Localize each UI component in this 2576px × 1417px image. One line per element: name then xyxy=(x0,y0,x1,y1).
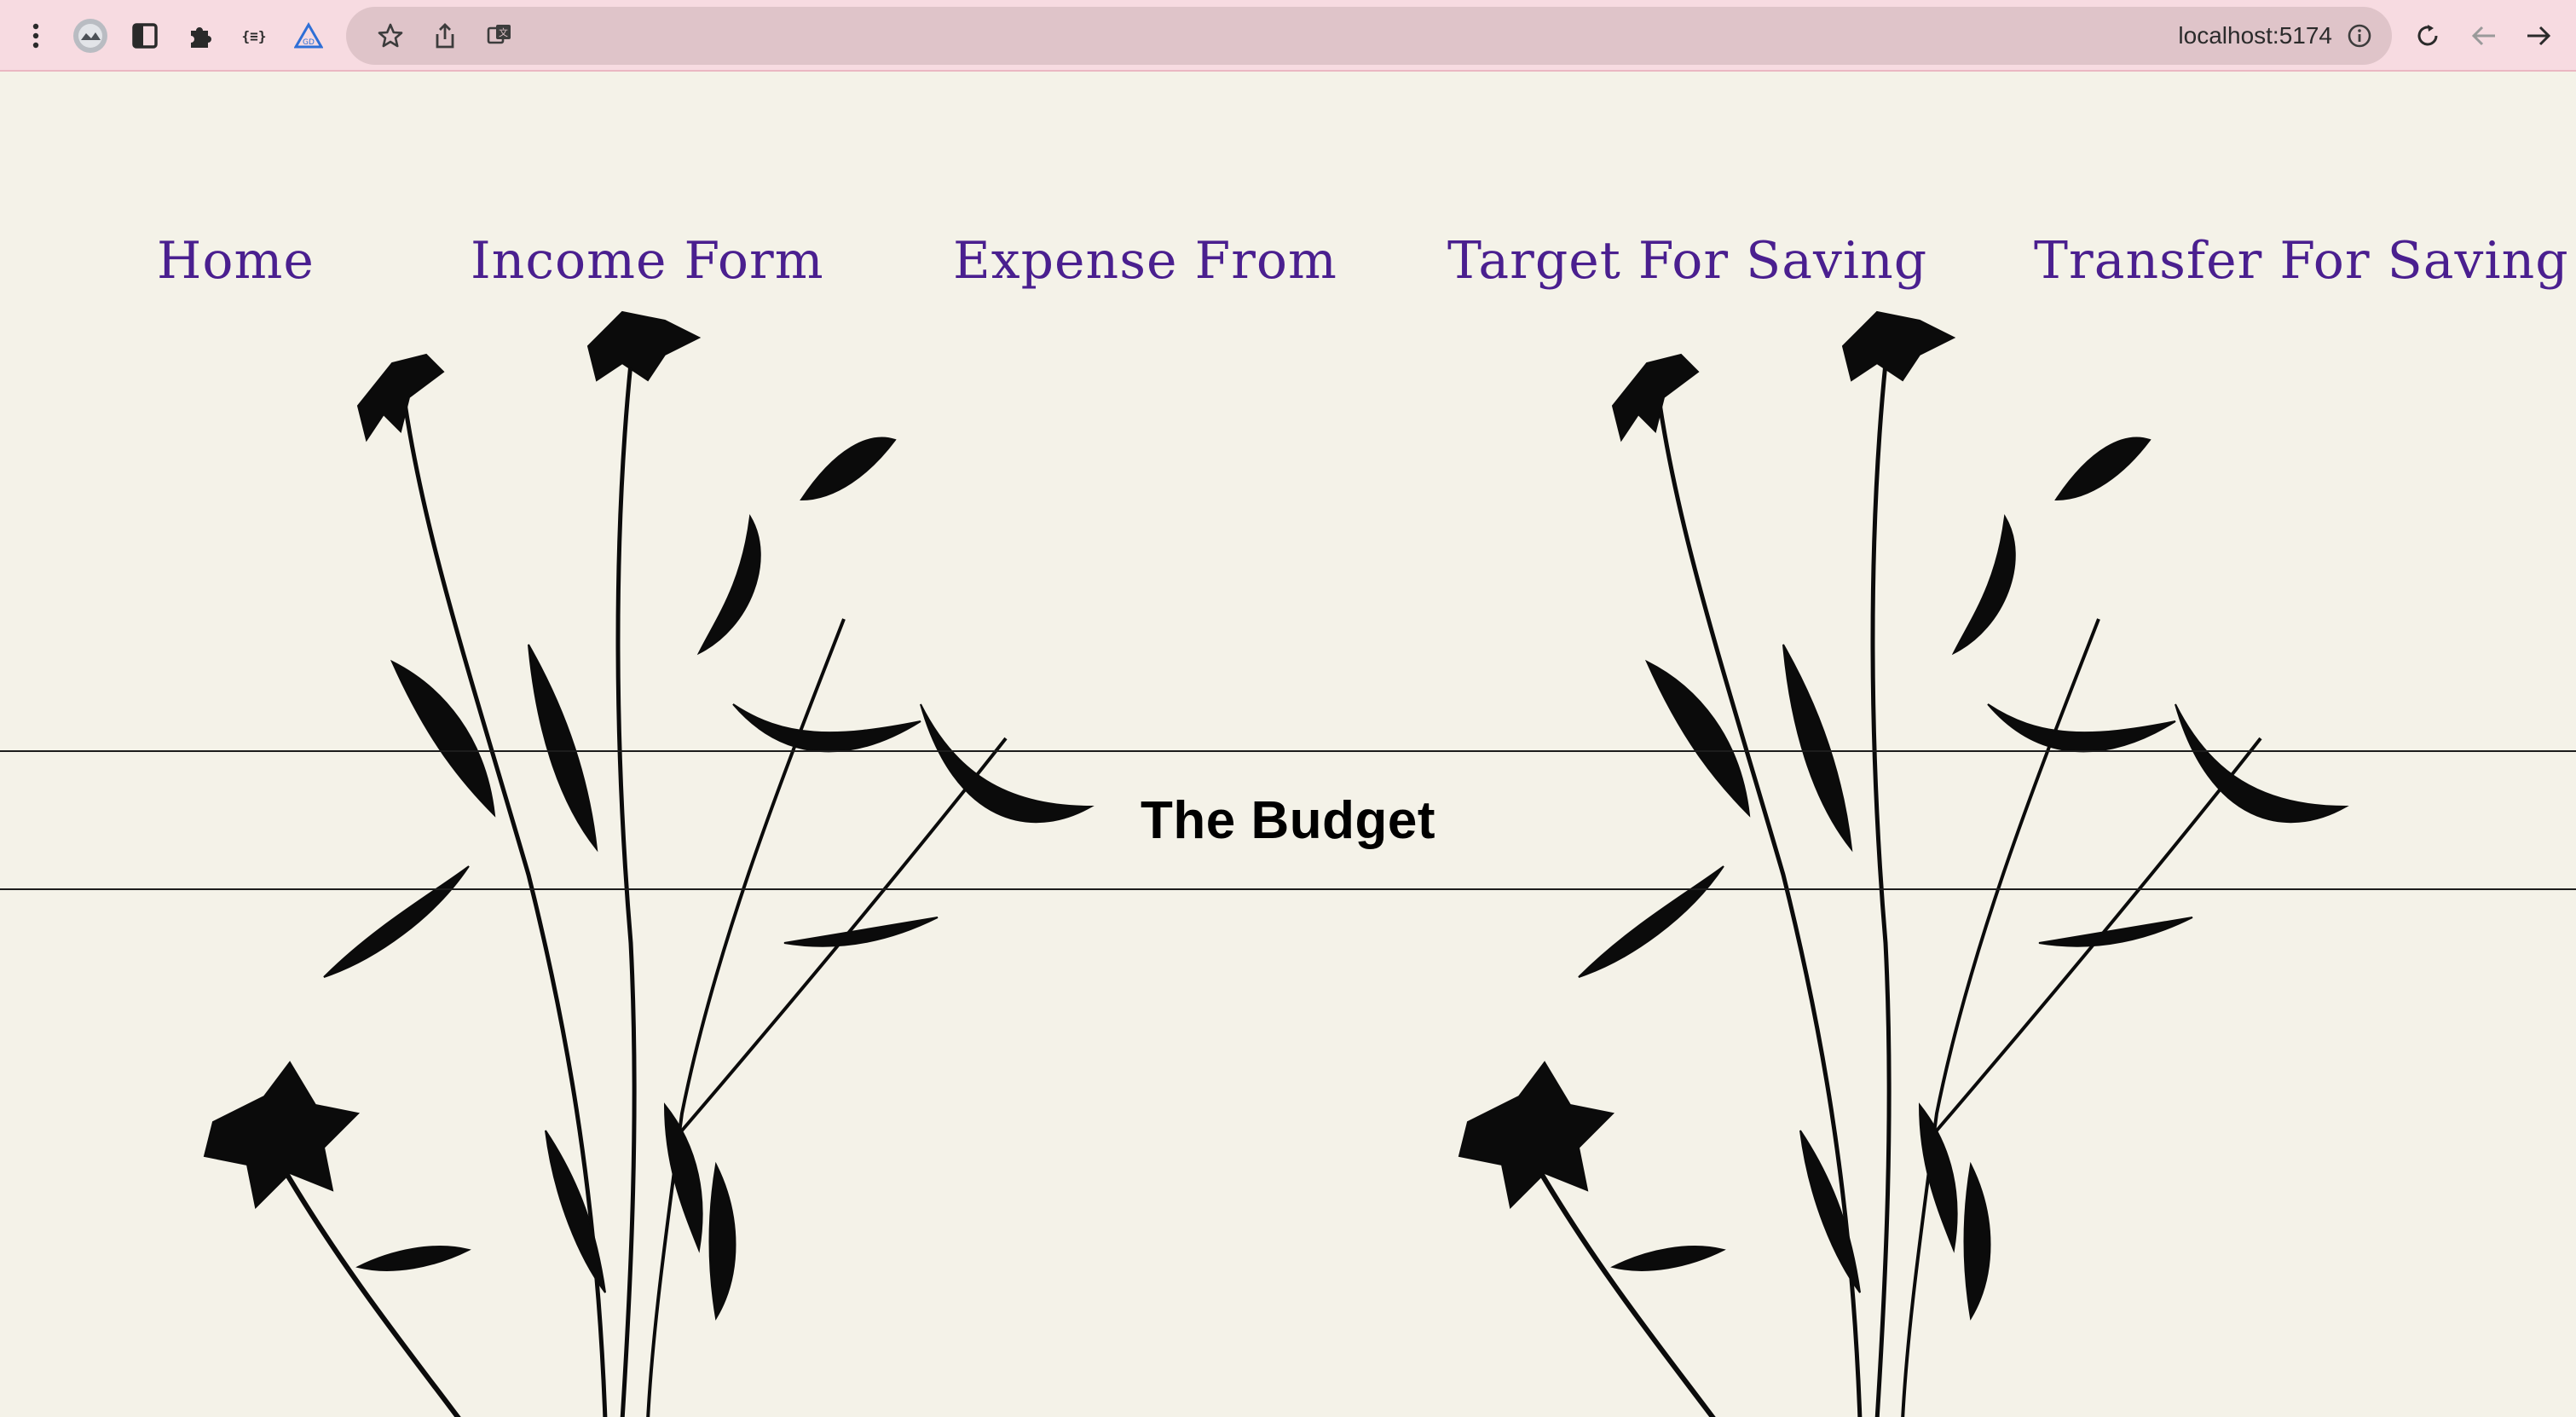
svg-text:GD: GD xyxy=(303,38,315,47)
bookmark-star-icon[interactable] xyxy=(372,17,409,55)
forward-icon[interactable] xyxy=(2520,17,2557,55)
json-extension-icon[interactable]: {≡} xyxy=(235,17,273,55)
translate-icon[interactable]: 文 xyxy=(481,17,518,55)
share-icon[interactable] xyxy=(426,17,464,55)
address-bar[interactable]: 文 localhost:5174 xyxy=(346,7,2392,65)
nav-link-income-form[interactable]: Income Form xyxy=(471,227,824,295)
page-title: The Budget xyxy=(1141,790,1435,850)
extensions-icon[interactable] xyxy=(181,17,218,55)
nav-link-home[interactable]: Home xyxy=(157,227,315,295)
page-content: Home Income Form Expense From Target For… xyxy=(0,73,2576,1417)
main-nav: Home Income Form Expense From Target For… xyxy=(0,227,2576,295)
triangle-extension-icon[interactable]: GD xyxy=(290,17,327,55)
nav-link-target-for-saving[interactable]: Target For Saving xyxy=(1447,227,1927,295)
nav-link-expense-form[interactable]: Expense From xyxy=(953,227,1337,295)
svg-text:{≡}: {≡} xyxy=(242,28,267,44)
profile-avatar[interactable] xyxy=(72,17,109,55)
back-icon[interactable] xyxy=(2465,17,2503,55)
browser-toolbar: {≡} GD 文 localhost:5174 xyxy=(0,0,2576,72)
sidebar-icon[interactable] xyxy=(126,17,164,55)
budget-banner: The Budget xyxy=(0,750,2576,890)
reload-icon[interactable] xyxy=(2409,17,2446,55)
menu-dots-icon[interactable] xyxy=(17,17,55,55)
site-info-icon[interactable] xyxy=(2341,17,2378,55)
svg-text:文: 文 xyxy=(499,26,508,38)
url-text[interactable]: localhost:5174 xyxy=(2178,24,2332,48)
nav-link-transfer-for-saving[interactable]: Transfer For Saving xyxy=(2034,227,2569,295)
